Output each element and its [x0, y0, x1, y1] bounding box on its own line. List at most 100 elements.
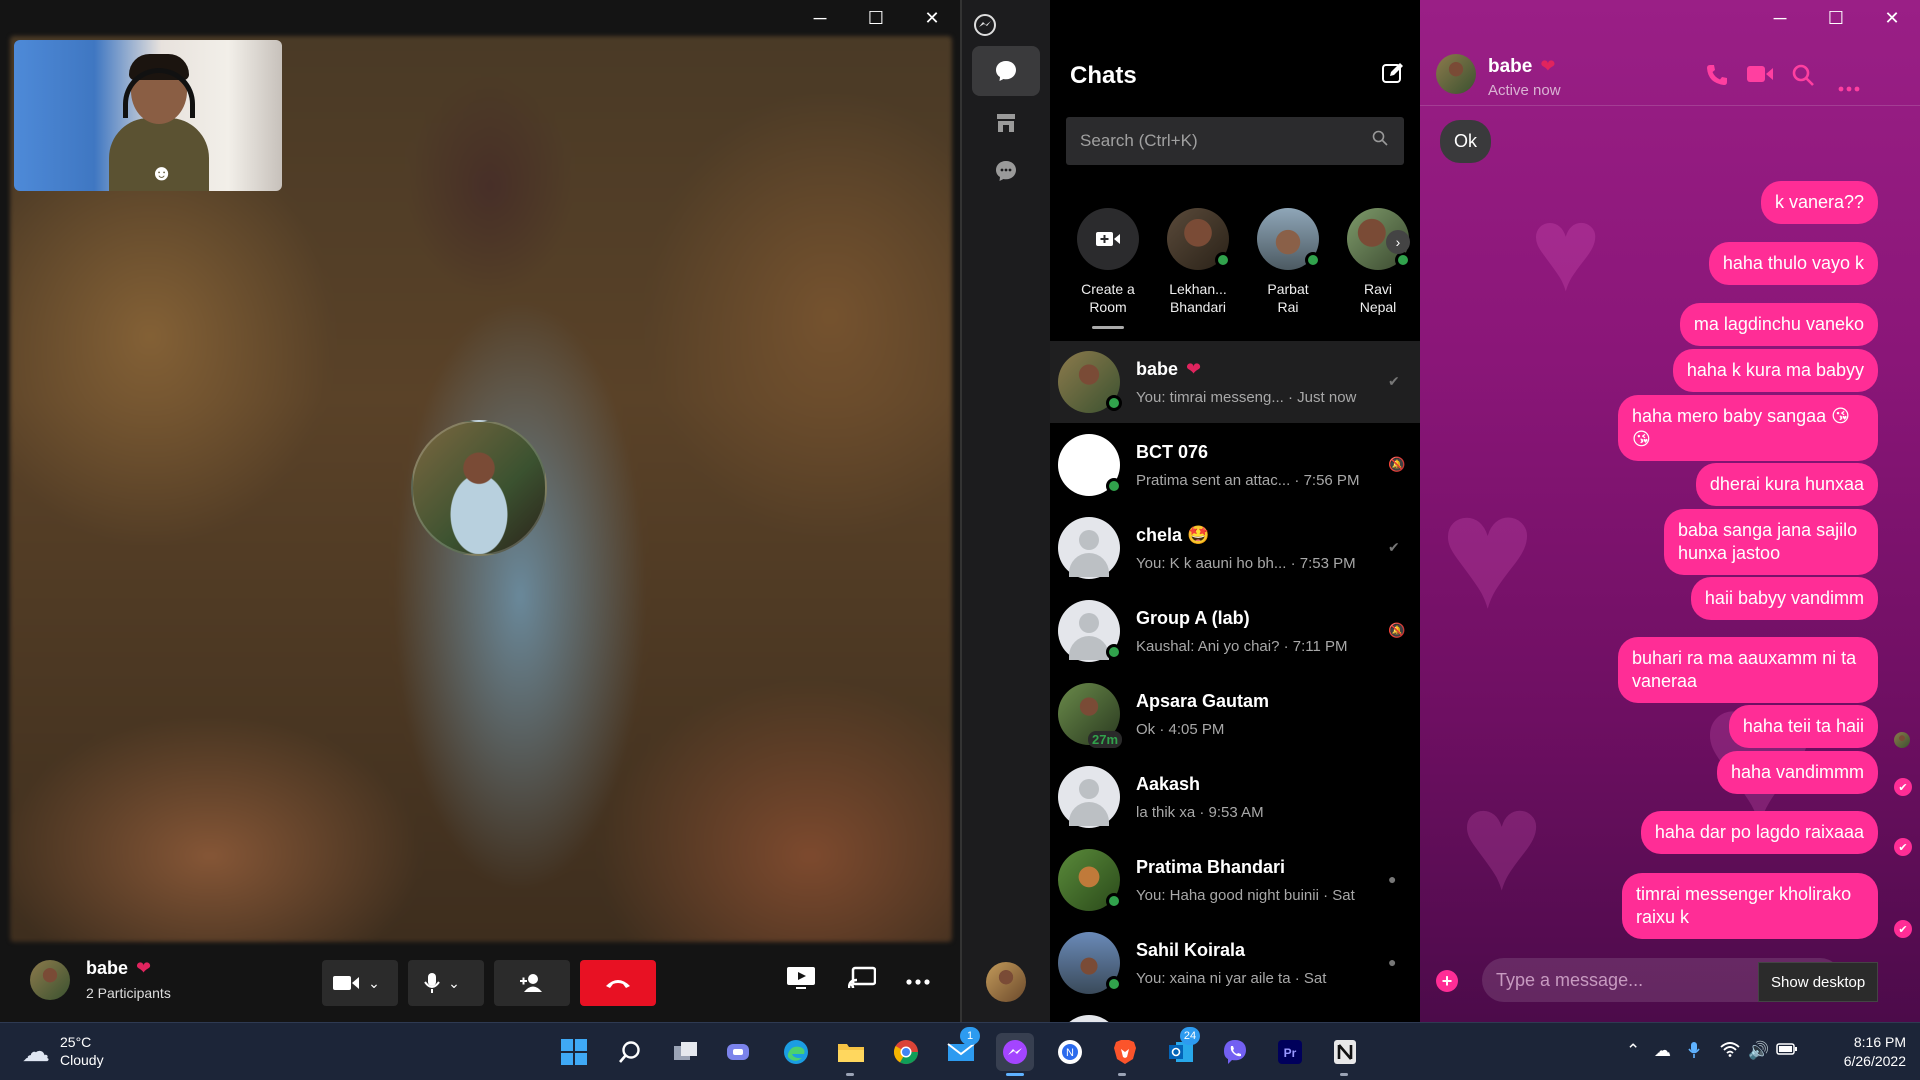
conversation-titlebar: ─ ☐ ✕: [1420, 0, 1920, 40]
conversation-item-pratima[interactable]: Pratima Bhandari You: Haha good night bu…: [1050, 839, 1420, 921]
messenger-minimize-button[interactable]: ─: [1752, 0, 1808, 36]
call-close-button[interactable]: ✕: [904, 0, 960, 36]
message-bubble-received[interactable]: Ok: [1440, 120, 1492, 163]
message-bubble-sent[interactable]: haha k kura ma babyy: [1672, 349, 1878, 392]
active-contact-lekhan[interactable]: Lekhan... Bhandari: [1158, 208, 1238, 316]
message-bubble-sent[interactable]: haha vandimmm: [1716, 751, 1878, 794]
message-bubble-sent[interactable]: haha teii ta haii: [1728, 705, 1878, 748]
message-bubble-sent[interactable]: dherai kura hunxaa: [1695, 463, 1878, 506]
active-contact-ravi[interactable]: Ravi Nepal: [1338, 208, 1418, 316]
rail-marketplace-tab[interactable]: [972, 98, 1040, 148]
conversation-item-babe[interactable]: babe ❤ You: timrai messeng... · Just now …: [1050, 341, 1420, 423]
message-bubble-sent[interactable]: haha dar po lagdo raixaaa: [1640, 811, 1878, 854]
battery-charging-icon[interactable]: [1776, 1041, 1798, 1061]
online-indicator: [1106, 395, 1122, 411]
call-maximize-button[interactable]: ☐: [848, 0, 904, 36]
conversation-item-aakash[interactable]: Aakash la thik xa · 9:53 AM: [1050, 756, 1420, 838]
message-bubble-sent[interactable]: k vanera??: [1760, 181, 1878, 224]
teams-chat-button[interactable]: [720, 1033, 758, 1071]
conversation-preview: Kaushal: Ani yo chai? · 7:11 PM: [1136, 638, 1348, 655]
chevron-right-icon[interactable]: ›: [1386, 230, 1410, 254]
seen-by-avatar: [1894, 732, 1910, 748]
audio-call-icon[interactable]: [1706, 64, 1728, 92]
message-bubble-sent[interactable]: timrai messenger kholirako raixu k: [1622, 873, 1878, 939]
create-room-button[interactable]: Create a Room: [1068, 208, 1148, 316]
conversation-item-group-a[interactable]: Group A (lab) Kaushal: Ani yo chai? · 7:…: [1050, 590, 1420, 672]
new-message-icon[interactable]: [1382, 62, 1404, 90]
viber-button[interactable]: [1216, 1033, 1254, 1071]
call-minimize-button[interactable]: ─: [792, 0, 848, 36]
messenger-maximize-button[interactable]: ☐: [1808, 0, 1864, 36]
search-input[interactable]: [1066, 117, 1404, 165]
add-attachment-icon[interactable]: +: [1436, 970, 1458, 992]
cast-button[interactable]: [847, 966, 877, 997]
sent-check-icon: ✔: [1388, 539, 1400, 555]
mic-options-chevron-icon[interactable]: ⌄: [440, 975, 468, 992]
notion-icon: [1334, 1040, 1356, 1064]
message-bubble-sent[interactable]: haha mero baby sangaa 😘 😘: [1618, 395, 1878, 461]
conversation-header-name[interactable]: babe: [1488, 56, 1532, 77]
chrome-button[interactable]: [887, 1033, 925, 1071]
show-desktop-tooltip: Show desktop: [1758, 962, 1879, 1002]
message-bubble-sent[interactable]: baba sanga jana sajilo hunxa jastoo: [1664, 509, 1878, 575]
wifi-icon[interactable]: [1720, 1041, 1740, 1062]
mic-toggle-button[interactable]: ⌄: [408, 960, 484, 1006]
conversation-item-chela[interactable]: chela 🤩 You: K k aauni ho bh... · 7:53 P…: [1050, 507, 1420, 589]
edge-button[interactable]: [777, 1033, 815, 1071]
conversation-item-apsara[interactable]: 27m Apsara Gautam Ok · 4:05 PM: [1050, 673, 1420, 755]
premiere-pro-button[interactable]: Pr: [1271, 1033, 1309, 1071]
online-indicator: [1395, 252, 1411, 268]
message-bubble-sent[interactable]: buhari ra ma aauxamm ni ta vaneraa: [1618, 637, 1878, 703]
message-requests-icon: [996, 161, 1016, 181]
signal-app-button[interactable]: N: [1051, 1033, 1089, 1071]
online-indicator: [1106, 644, 1122, 660]
more-options-button[interactable]: [906, 964, 930, 992]
camera-options-chevron-icon[interactable]: ⌄: [360, 975, 388, 992]
conversation-item-sahil[interactable]: Sahil Koirala You: xaina ni yar aile ta …: [1050, 922, 1420, 1004]
taskbar-search-button[interactable]: [611, 1033, 649, 1071]
end-call-button[interactable]: [580, 960, 656, 1006]
conversation-name: Pratima Bhandari: [1136, 857, 1286, 877]
messenger-taskbar-button[interactable]: [996, 1033, 1034, 1071]
self-video-preview[interactable]: ☻: [14, 40, 282, 191]
message-bubble-sent[interactable]: haii babyy vandimm: [1690, 577, 1878, 620]
viber-icon: [1224, 1040, 1246, 1064]
search-conversation-icon[interactable]: [1792, 64, 1814, 92]
file-explorer-button[interactable]: [832, 1033, 870, 1071]
conversation-name: chela: [1136, 525, 1183, 545]
profile-avatar[interactable]: [986, 962, 1026, 1002]
active-contact-parbat[interactable]: Parbat Rai: [1248, 208, 1328, 316]
teams-chat-icon: [727, 1044, 749, 1060]
more-options-icon[interactable]: [1838, 72, 1860, 98]
conversation-name: Aakash: [1136, 774, 1201, 794]
task-view-button[interactable]: [667, 1033, 705, 1071]
rail-message-requests-tab[interactable]: [972, 146, 1040, 196]
onedrive-cloud-icon[interactable]: ☁: [1654, 1041, 1671, 1061]
conversation-header-avatar[interactable]: [1436, 54, 1476, 94]
story-label-line2: Room: [1089, 299, 1127, 315]
start-button[interactable]: [555, 1033, 593, 1071]
brave-button[interactable]: [1106, 1033, 1144, 1071]
more-dots-icon: [906, 979, 930, 985]
messenger-close-button[interactable]: ✕: [1864, 0, 1920, 36]
conversation-item-partial[interactable]: [1050, 1005, 1420, 1022]
conversation-item-bct076[interactable]: BCT 076 Pratima sent an attac... · 7:56 …: [1050, 424, 1420, 506]
add-participant-button[interactable]: [494, 960, 570, 1006]
notion-button[interactable]: [1326, 1033, 1364, 1071]
weather-widget[interactable]: ☁ 25°C Cloudy: [22, 1033, 104, 1069]
system-clock[interactable]: 8:16 PM 6/26/2022: [1830, 1033, 1906, 1071]
volume-icon[interactable]: 🔊: [1748, 1041, 1769, 1061]
message-bubble-sent[interactable]: haha thulo vayo k: [1708, 242, 1878, 285]
windows-taskbar: ☁ 25°C Cloudy 1 N 24 Pr ⌃ ☁ 🔊 8:16 PM 6/…: [0, 1022, 1920, 1080]
cloud-icon: ☁: [22, 1035, 50, 1067]
video-call-icon[interactable]: [1746, 64, 1774, 90]
message-bubble-sent[interactable]: ma lagdinchu vaneko: [1679, 303, 1878, 346]
microphone-in-use-icon[interactable]: [1688, 1041, 1700, 1064]
camera-toggle-button[interactable]: ⌄: [322, 960, 398, 1006]
conversation-preview: You: K k aauni ho bh... · 7:53 PM: [1136, 555, 1356, 572]
effects-icon[interactable]: ☻: [150, 160, 173, 186]
show-hidden-icons-chevron-icon[interactable]: ⌃: [1626, 1041, 1640, 1061]
share-screen-button[interactable]: [786, 966, 816, 997]
rail-chats-tab[interactable]: [972, 46, 1040, 96]
windows-logo-icon: [561, 1039, 587, 1065]
